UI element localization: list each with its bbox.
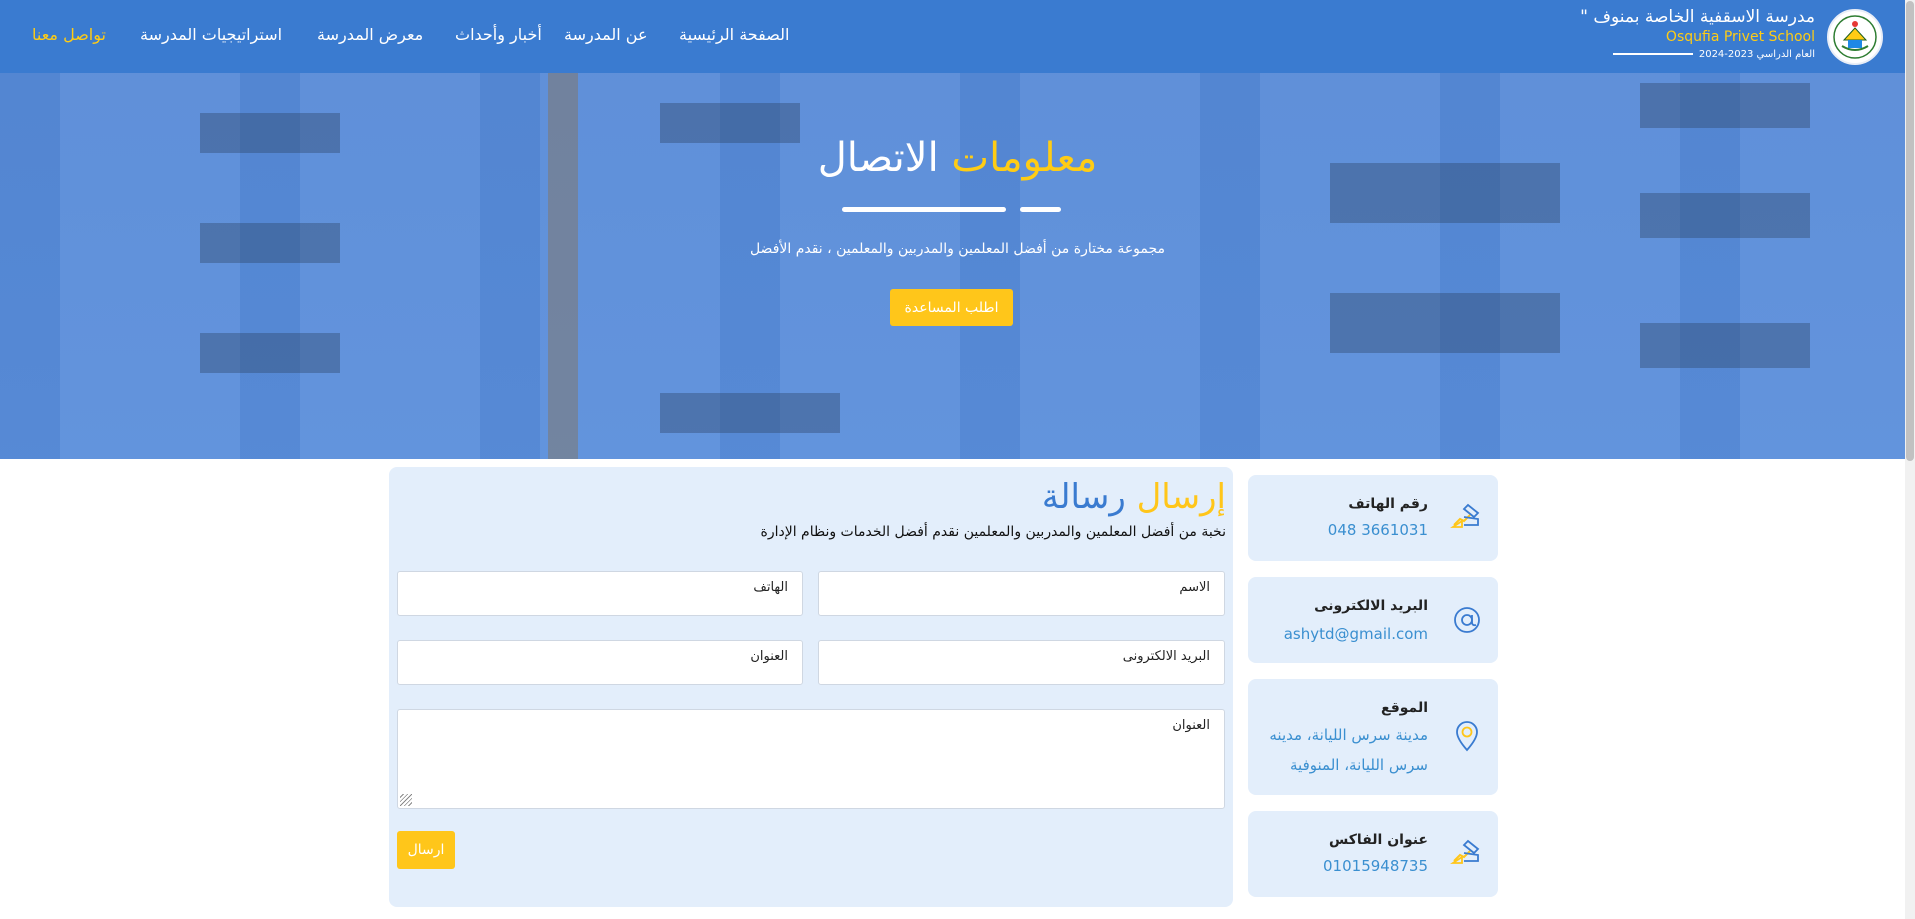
scrollbar-thumb[interactable] (1906, 1, 1914, 461)
contact-form-card: إرسال رسالة نخبة من أفضل المعلمين والمدر… (389, 467, 1233, 907)
form-title: إرسال رسالة (1042, 477, 1226, 517)
phone-field[interactable]: الهاتف (397, 571, 803, 616)
hero-underline-short (1020, 207, 1061, 212)
nav-item-strategies[interactable]: استراتيجيات المدرسة (140, 25, 282, 44)
form-title-highlight: إرسال (1136, 477, 1226, 517)
phone-value[interactable]: 048 3661031 (1328, 515, 1428, 545)
building-window (1640, 193, 1810, 238)
phone-placeholder: الهاتف (753, 580, 788, 595)
email-placeholder: البريد الالكترونى (1122, 649, 1210, 664)
nav-item-news[interactable]: أخبار وأحداث (455, 25, 542, 44)
address-field[interactable]: العنوان (397, 640, 803, 685)
hero-banner: معلومات الاتصال مجموعة مختارة من أفضل ال… (0, 73, 1915, 459)
phone-info-card: رقم الهاتف 048 3661031 (1248, 475, 1498, 561)
location-title: الموقع (1381, 700, 1428, 716)
nav-item-home[interactable]: الصفحة الرئيسية (679, 25, 789, 44)
name-placeholder: الاسم (1179, 580, 1210, 595)
email-field[interactable]: البريد الالكترونى (818, 640, 1225, 685)
building-window (660, 393, 840, 433)
hero-title-highlight: معلومات (951, 135, 1098, 181)
address-placeholder: العنوان (750, 649, 788, 664)
nav-item-gallery[interactable]: معرض المدرسة (317, 25, 423, 44)
form-description: نخبة من أفضل المعلمين والمدربين والمعلمي… (760, 524, 1226, 540)
nav-item-contact[interactable]: تواصل معنا (32, 25, 106, 44)
building-window (1330, 293, 1560, 353)
send-button[interactable]: ارسال (397, 831, 455, 869)
fax-title: عنوان الفاكس (1329, 832, 1428, 848)
map-pin-icon (1456, 721, 1478, 752)
email-value[interactable]: ashytd@gmail.com (1284, 619, 1428, 649)
name-field[interactable]: الاسم (818, 571, 1225, 616)
email-title: البريد الالكترونى (1314, 598, 1428, 614)
building-pillar (548, 73, 578, 459)
location-info-card: الموقع مدينة سرس الليانة، مدينه سرس اللي… (1248, 679, 1498, 795)
hero-subtitle: مجموعة مختارة من أفضل المعلمين والمدربين… (749, 241, 1166, 257)
page-scrollbar[interactable] (1905, 0, 1915, 919)
building-window (200, 333, 340, 373)
building-window (1640, 83, 1810, 128)
resize-handle[interactable] (400, 794, 412, 806)
phone-hand-icon (1450, 503, 1480, 528)
at-sign-icon (1454, 607, 1480, 633)
request-help-button[interactable]: اطلب المساعدة (890, 289, 1013, 326)
location-value: مدينة سرس الليانة، مدينه سرس الليانة، ال… (1269, 726, 1428, 774)
main-nav: الصفحة الرئيسية عن المدرسة أخبار وأحداث … (0, 0, 1915, 73)
email-info-card: البريد الالكترونى ashytd@gmail.com (1248, 577, 1498, 663)
fax-hand-icon (1450, 839, 1480, 864)
fax-value[interactable]: 01015948735 (1323, 851, 1428, 881)
message-textarea[interactable]: العنوان (397, 709, 1225, 809)
form-title-rest: رسالة (1041, 477, 1126, 517)
building-window (1640, 323, 1810, 368)
hero-underline-long (842, 207, 1006, 212)
fax-info-card: عنوان الفاكس 01015948735 (1248, 811, 1498, 897)
hero-title-rest: الاتصال (817, 135, 939, 181)
message-placeholder: العنوان (1172, 718, 1210, 733)
hero-title: معلومات الاتصال (0, 135, 1915, 181)
phone-title: رقم الهاتف (1348, 496, 1428, 512)
nav-item-about[interactable]: عن المدرسة (564, 25, 648, 44)
top-header: مدرسة الاسقفية الخاصة بمنوف " Osqufia Pr… (0, 0, 1915, 73)
